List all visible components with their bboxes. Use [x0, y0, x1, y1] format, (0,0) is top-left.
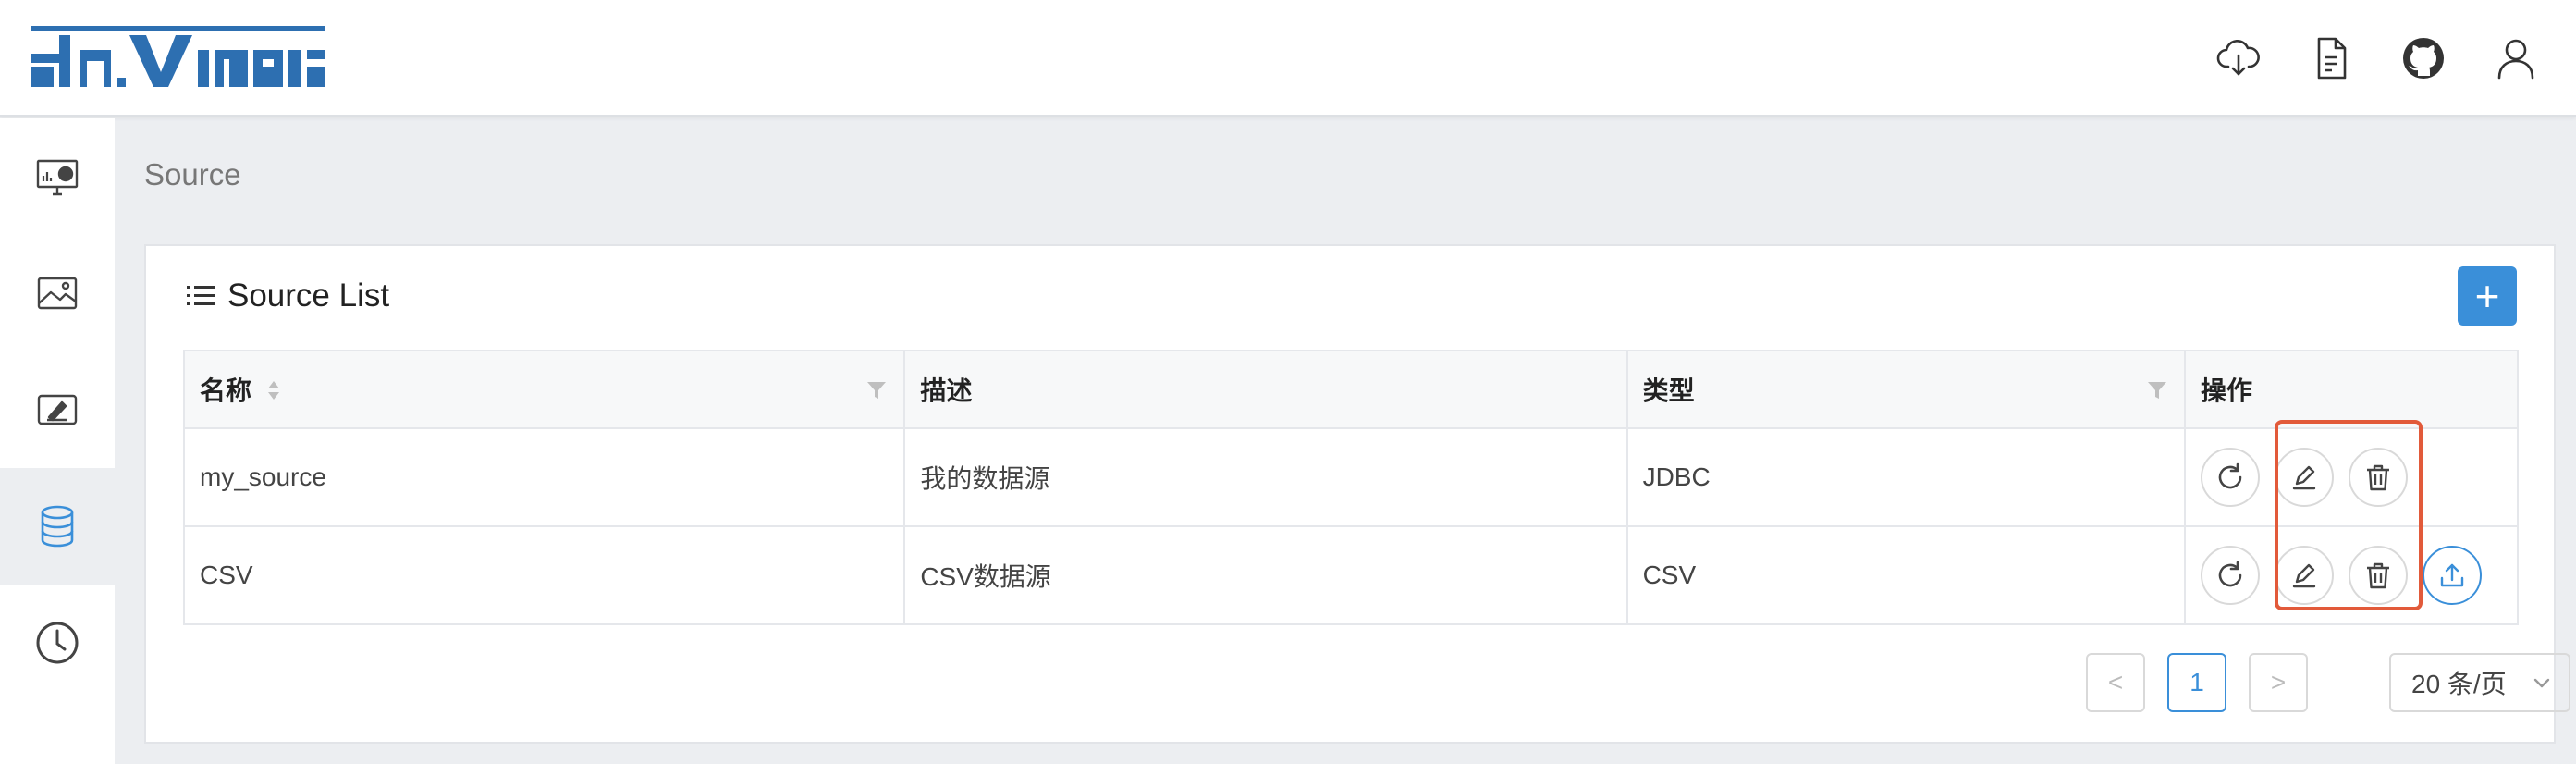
- column-header-actions: 操作: [2184, 350, 2519, 429]
- cell-name: CSV: [182, 525, 906, 625]
- chevron-down-icon: [2533, 678, 2550, 688]
- pagination-spacer: [2330, 653, 2367, 712]
- cell-description: 我的数据源: [903, 427, 1628, 527]
- table-header-row: 名称 描述 类型 操作: [182, 350, 2519, 429]
- upload-icon: [2440, 563, 2464, 587]
- page-title: Source: [144, 157, 241, 191]
- card-header: Source List: [185, 277, 389, 314]
- list-icon: [187, 286, 215, 305]
- column-header-type[interactable]: 类型: [1625, 350, 2187, 429]
- add-source-button[interactable]: +: [2458, 266, 2517, 326]
- filter-icon[interactable]: [866, 381, 887, 400]
- document-icon[interactable]: [2308, 28, 2354, 89]
- reset-button[interactable]: [2201, 546, 2261, 605]
- clock-icon: [36, 622, 79, 664]
- next-page-button[interactable]: >: [2249, 653, 2308, 712]
- pagination: < 1 > 20 条/页: [2086, 653, 2570, 712]
- widget-image-icon: [37, 277, 78, 310]
- page-number-button[interactable]: 1: [2167, 653, 2226, 712]
- column-header-description: 描述: [903, 350, 1628, 429]
- davinci-logo[interactable]: [31, 26, 327, 87]
- database-icon: [41, 505, 74, 548]
- sort-icon[interactable]: [266, 377, 281, 403]
- refresh-icon: [2218, 462, 2242, 489]
- column-label: 操作: [2201, 376, 2253, 405]
- cell-name: my_source: [182, 427, 906, 527]
- cell-type: JDBC: [1625, 427, 2187, 527]
- sidebar-item-widgets[interactable]: [0, 235, 115, 351]
- refresh-icon: [2218, 561, 2242, 587]
- cell-type: CSV: [1625, 525, 2187, 625]
- top-header: [0, 0, 2576, 117]
- github-icon[interactable]: [2400, 28, 2447, 89]
- table-row: CSV CSV数据源 CSV: [182, 525, 2519, 625]
- dashboard-monitor-icon: [36, 159, 79, 196]
- prev-page-button[interactable]: <: [2086, 653, 2145, 712]
- upload-button[interactable]: [2423, 546, 2483, 605]
- table-row: my_source 我的数据源 JDBC: [182, 427, 2519, 527]
- column-label: 描述: [920, 376, 973, 405]
- sidebar-item-views[interactable]: [0, 351, 115, 468]
- page-size-select[interactable]: 20 条/页: [2389, 653, 2570, 712]
- column-label: 名称: [200, 376, 252, 405]
- source-table: 名称 描述 类型 操作 my_source 我的数据源 JDBC CSV CSV…: [182, 350, 2519, 625]
- reset-button[interactable]: [2201, 448, 2261, 507]
- column-header-name[interactable]: 名称: [182, 350, 906, 429]
- column-label: 类型: [1642, 376, 1695, 405]
- cell-description: CSV数据源: [903, 525, 1628, 625]
- page-size-value: 20 条/页: [2411, 670, 2507, 698]
- sidebar: [0, 118, 115, 764]
- user-icon[interactable]: [2493, 28, 2539, 89]
- annotation-highlight-box: [2275, 420, 2423, 610]
- view-edit-icon: [37, 394, 78, 425]
- cloud-download-icon[interactable]: [2215, 28, 2262, 89]
- sidebar-item-dashboard[interactable]: [0, 118, 115, 235]
- filter-icon[interactable]: [2147, 381, 2167, 400]
- card-title: Source List: [227, 277, 390, 314]
- sidebar-item-sources[interactable]: [0, 468, 115, 585]
- sidebar-item-schedules[interactable]: [0, 585, 115, 701]
